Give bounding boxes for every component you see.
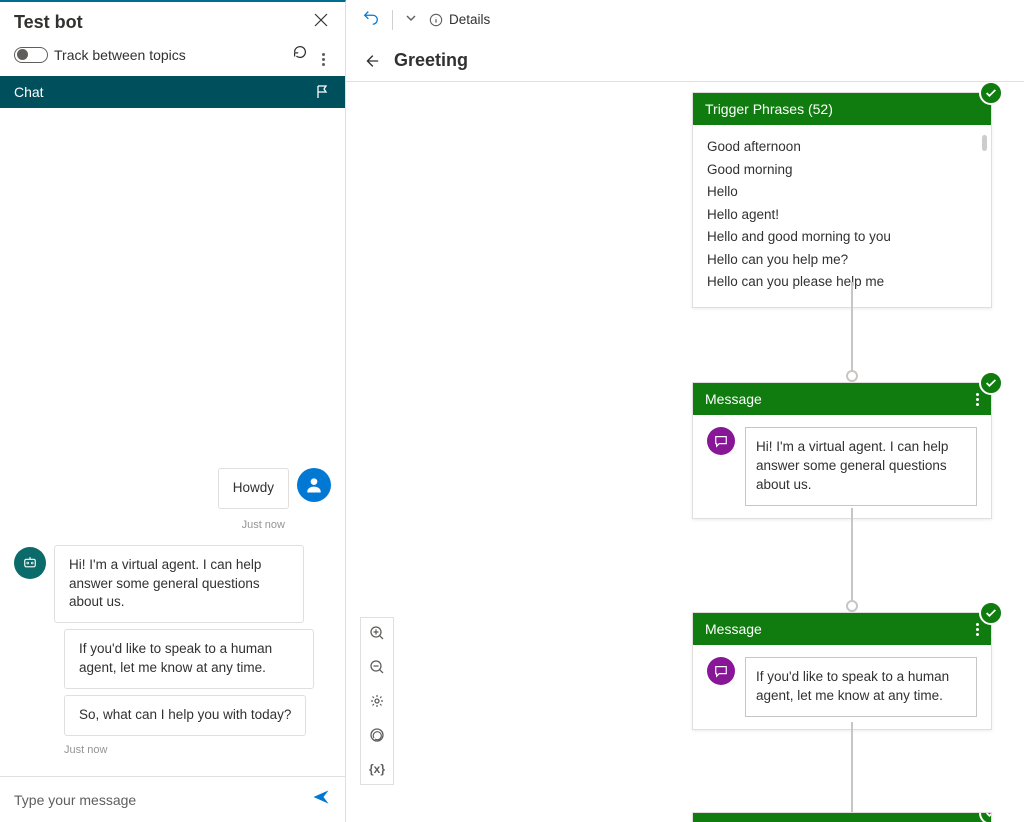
- user-avatar-icon: [297, 468, 331, 502]
- phrase-item: Good morning: [707, 160, 977, 180]
- chevron-down-icon[interactable]: [405, 11, 417, 29]
- canvas-panel: Details Greeting Trigger Phrases (52) Go…: [346, 0, 1024, 822]
- canvas-header: Greeting: [346, 40, 1024, 82]
- message-node-body: If you'd like to speak to a human agent,…: [693, 645, 991, 729]
- variables-icon[interactable]: {x}: [368, 760, 386, 778]
- undo-icon[interactable]: [362, 8, 380, 31]
- phrase-item: Hello: [707, 182, 977, 202]
- trigger-node-header: Trigger Phrases (52): [693, 93, 991, 125]
- zoom-out-icon[interactable]: [368, 658, 386, 676]
- trigger-phrases-node[interactable]: Trigger Phrases (52) Good afternoon Good…: [692, 92, 992, 308]
- edge: [851, 282, 853, 372]
- zoom-fit-icon[interactable]: [368, 692, 386, 710]
- more-icon[interactable]: [315, 43, 331, 66]
- phrase-item: Hello can you help me?: [707, 250, 977, 270]
- zoom-reset-icon[interactable]: [368, 726, 386, 744]
- message-node[interactable]: Message Hi! I'm a virtual agent. I can h…: [692, 382, 992, 519]
- bot-message-bubble: If you'd like to speak to a human agent,…: [64, 629, 314, 689]
- test-bot-title: Test bot: [14, 12, 83, 33]
- bot-message-row: So, what can I help you with today?: [14, 695, 331, 736]
- check-icon: [979, 82, 1003, 105]
- message-node-header: Message: [693, 613, 991, 645]
- track-between-topics-toggle[interactable]: [14, 47, 48, 63]
- toolbar-separator: [392, 10, 393, 30]
- bot-message-bubble: So, what can I help you with today?: [64, 695, 306, 736]
- phrase-list: Good afternoon Good morning Hello Hello …: [707, 137, 977, 292]
- bot-message-timestamp: Just now: [64, 744, 331, 756]
- details-label: Details: [449, 12, 490, 27]
- chat-input-row: [0, 776, 345, 822]
- bot-message-row: Hi! I'm a virtual agent. I can help answ…: [14, 545, 331, 624]
- chat-bubble-icon: [707, 427, 735, 455]
- message-node-header: [693, 813, 991, 822]
- flag-icon[interactable]: [315, 84, 331, 100]
- phrase-item: Good afternoon: [707, 137, 977, 157]
- message-node-partial[interactable]: [692, 812, 992, 822]
- check-icon: [979, 812, 992, 822]
- phrase-item: Hello can you please help me: [707, 272, 977, 292]
- user-message-row: Howdy: [14, 468, 331, 509]
- message-node-body: Hi! I'm a virtual agent. I can help answ…: [693, 415, 991, 518]
- trigger-node-body: Good afternoon Good morning Hello Hello …: [693, 125, 991, 307]
- edge: [851, 722, 853, 812]
- more-icon[interactable]: [976, 393, 979, 406]
- info-icon: [429, 13, 443, 27]
- scrollbar[interactable]: [982, 135, 987, 151]
- edge: [851, 508, 853, 602]
- authoring-canvas[interactable]: Trigger Phrases (52) Good afternoon Good…: [346, 82, 1024, 822]
- message-node-text[interactable]: Hi! I'm a virtual agent. I can help answ…: [745, 427, 977, 506]
- check-icon: [979, 371, 1003, 395]
- chat-tab-label: Chat: [14, 84, 44, 100]
- chat-input[interactable]: [14, 792, 311, 808]
- more-icon[interactable]: [976, 623, 979, 636]
- message-node-header: Message: [693, 383, 991, 415]
- test-bot-toolbar: Track between topics: [0, 37, 345, 76]
- message-node-title: Message: [705, 391, 762, 407]
- close-icon[interactable]: [313, 12, 329, 33]
- edge-connector[interactable]: [846, 600, 858, 612]
- topic-title: Greeting: [394, 50, 468, 71]
- zoom-in-icon[interactable]: [368, 624, 386, 642]
- edge-connector[interactable]: [846, 370, 858, 382]
- details-button[interactable]: Details: [429, 12, 490, 27]
- test-bot-panel: Test bot Track between topics Chat Howdy…: [0, 0, 346, 822]
- bot-message-row: If you'd like to speak to a human agent,…: [14, 629, 331, 689]
- message-node-title: Message: [705, 621, 762, 637]
- reset-icon[interactable]: [291, 43, 309, 66]
- chat-tab[interactable]: Chat: [0, 76, 345, 108]
- back-icon[interactable]: [362, 52, 380, 70]
- bot-avatar-icon: [14, 547, 46, 579]
- canvas-toolbar: Details: [346, 0, 1024, 40]
- test-bot-header: Test bot: [0, 2, 345, 37]
- send-icon[interactable]: [311, 787, 331, 812]
- bot-message-bubble: Hi! I'm a virtual agent. I can help answ…: [54, 545, 304, 624]
- zoom-controls: {x}: [360, 617, 394, 785]
- chat-bubble-icon: [707, 657, 735, 685]
- trigger-node-title: Trigger Phrases (52): [705, 101, 833, 117]
- chat-body: Howdy Just now Hi! I'm a virtual agent. …: [0, 108, 345, 776]
- check-icon: [979, 601, 1003, 625]
- phrase-item: Hello agent!: [707, 205, 977, 225]
- phrase-item: Hello and good morning to you: [707, 227, 977, 247]
- user-message-bubble: Howdy: [218, 468, 289, 509]
- message-node[interactable]: Message If you'd like to speak to a huma…: [692, 612, 992, 730]
- user-message-timestamp: Just now: [14, 519, 285, 531]
- track-between-topics-label: Track between topics: [54, 47, 285, 63]
- message-node-text[interactable]: If you'd like to speak to a human agent,…: [745, 657, 977, 717]
